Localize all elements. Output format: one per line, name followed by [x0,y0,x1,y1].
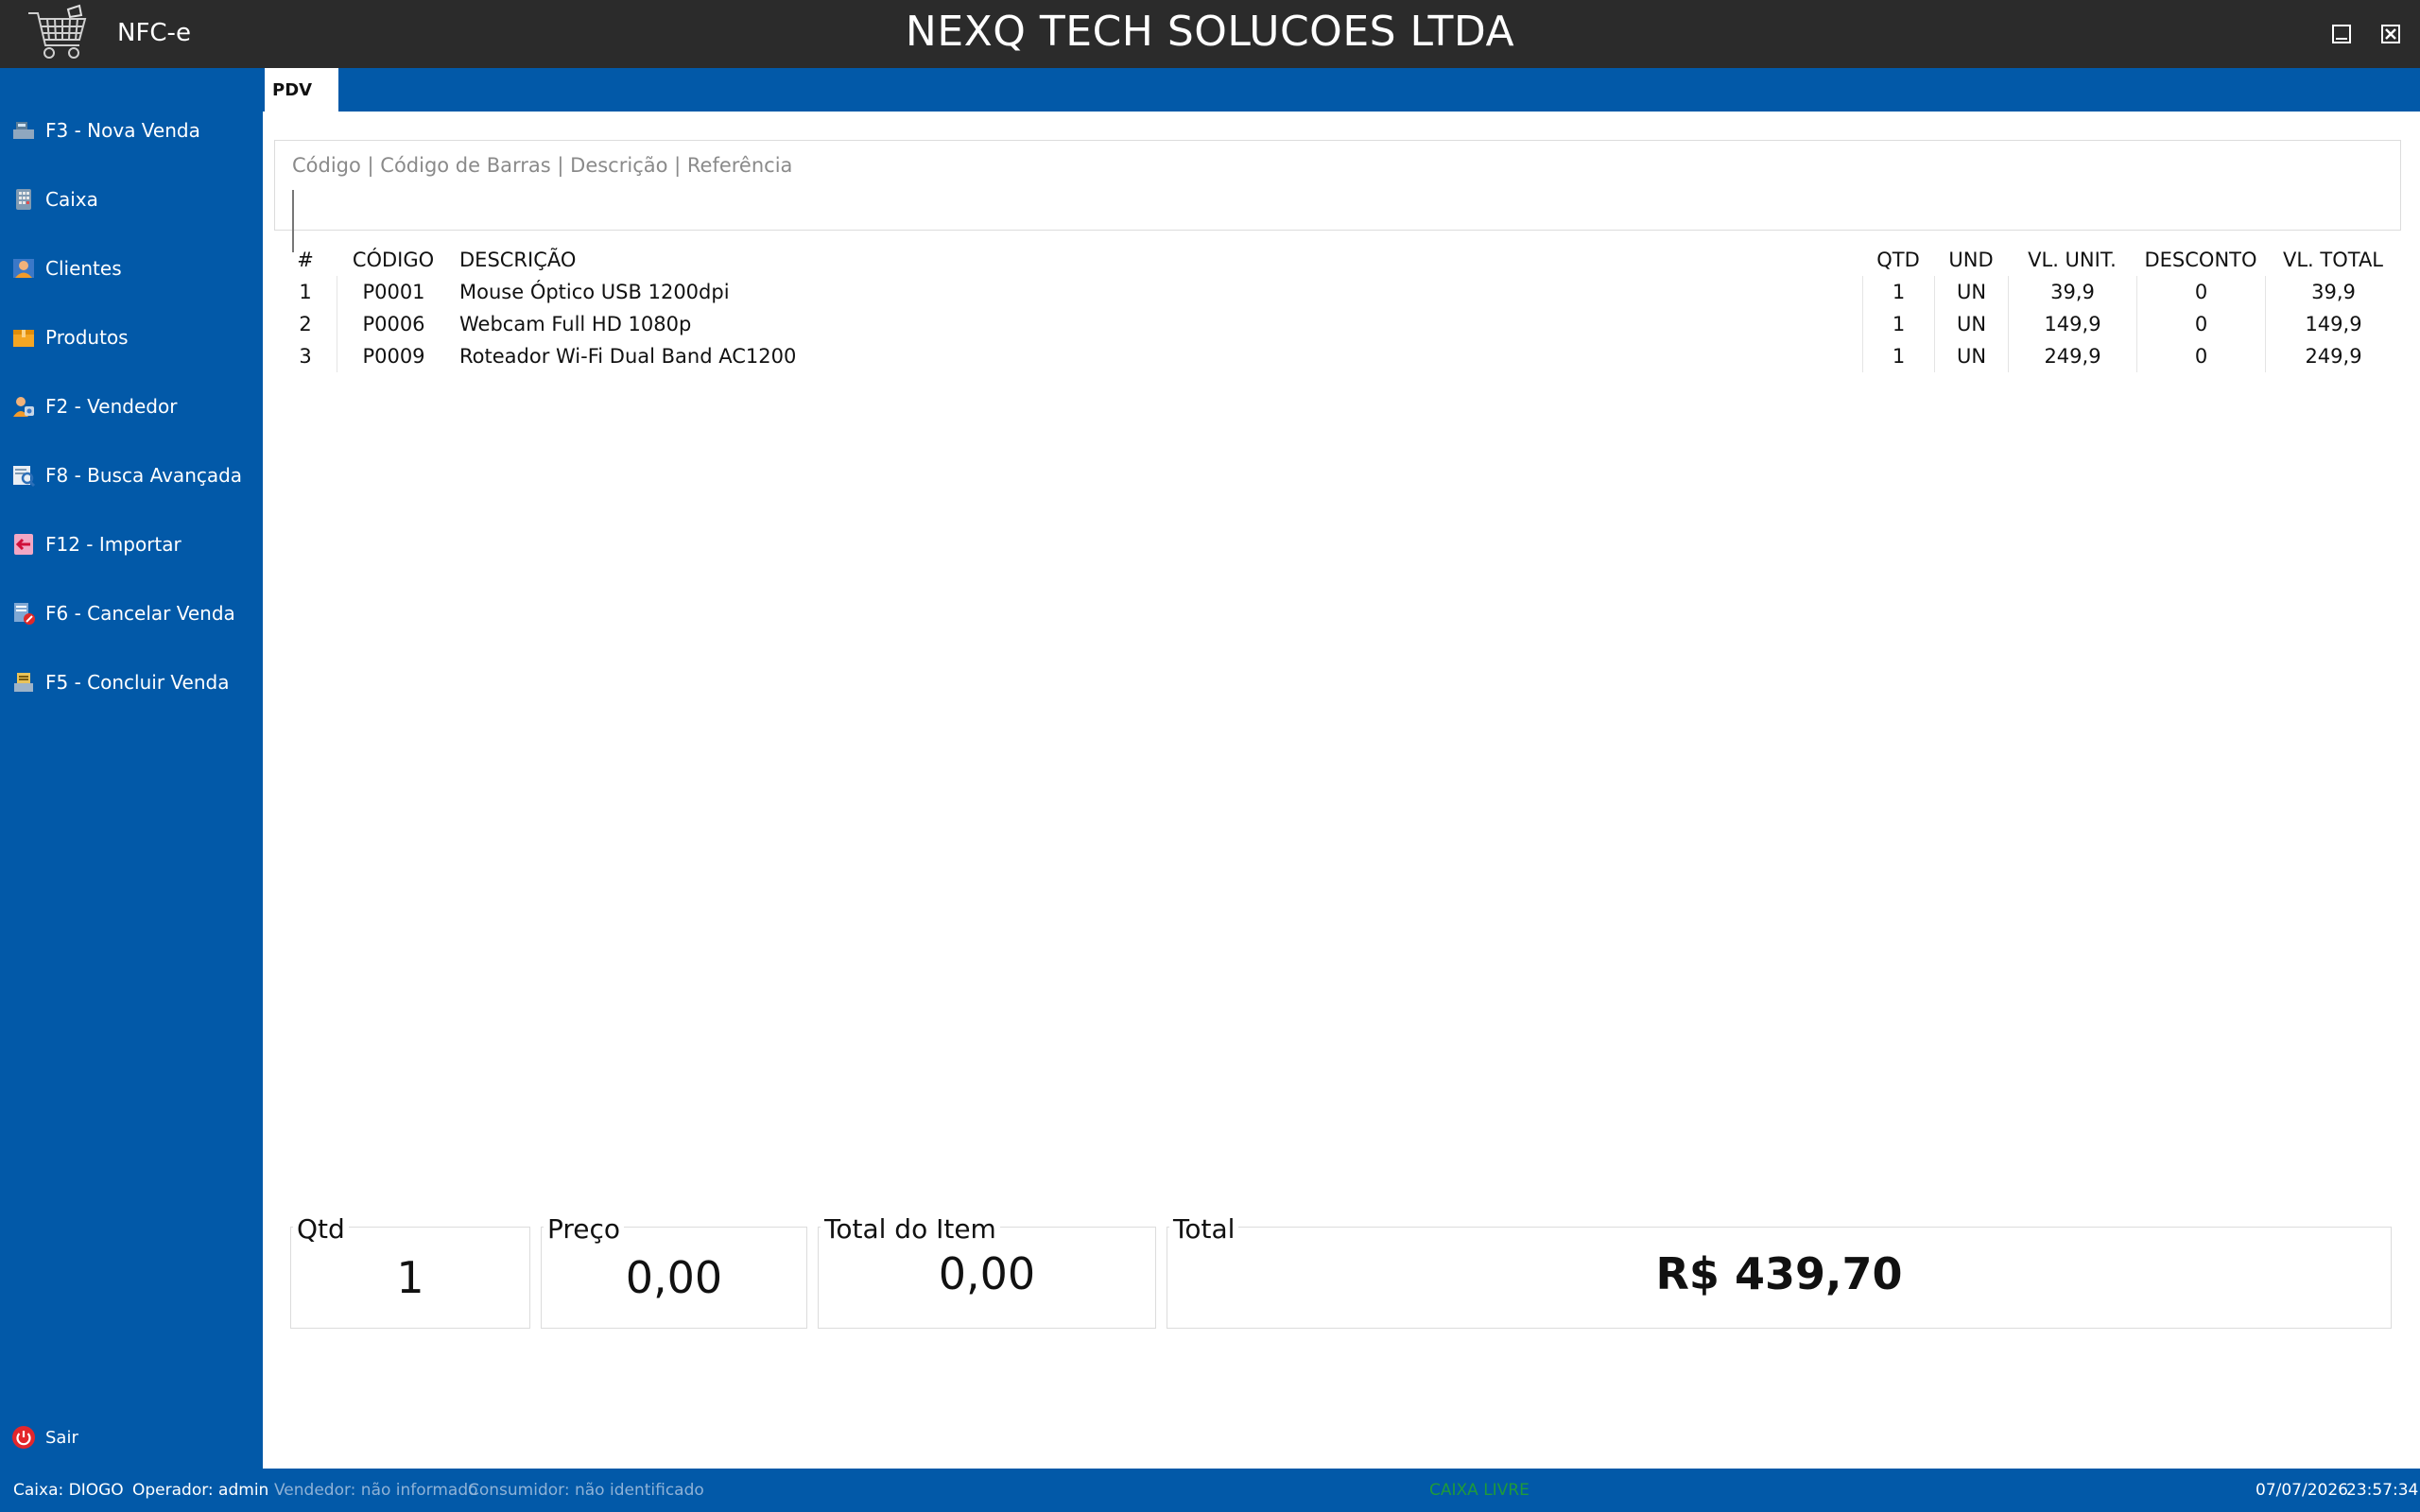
seller-icon [11,394,36,419]
sidebar: F3 - Nova Venda Caixa Clientes Produtos … [0,68,263,1469]
box-icon [11,325,36,350]
sidebar-item-busca-avancada[interactable]: F8 - Busca Avançada [0,449,263,502]
calculator-icon [11,187,36,212]
total-value: R$ 439,70 [1655,1248,1903,1299]
cell-descricao: Roteador Wi-Fi Dual Band AC1200 [459,345,797,368]
status-caixa: Caixa: DIOGO [13,1481,124,1500]
cell-qtd: 1 [1862,308,1934,340]
col-header-descricao[interactable]: DESCRIÇÃO [450,244,1862,276]
cell-desconto: 0 [2136,308,2265,340]
cell-vl-unit: 149,9 [2008,308,2136,340]
cell-vl-total: 39,9 [2265,276,2401,308]
company-title: NEXQ TECH SOLUCOES LTDA [905,8,1515,56]
table-header: # CÓDIGO DESCRIÇÃO QTD UND VL. UNIT. DES… [274,244,2401,276]
sidebar-item-label: F6 - Cancelar Venda [45,602,235,625]
sidebar-item-label: F12 - Importar [45,533,182,556]
col-header-qtd[interactable]: QTD [1862,244,1934,276]
sidebar-item-produtos[interactable]: Produtos [0,311,263,364]
cell-vl-unit: 249,9 [2008,340,2136,372]
person-icon [11,256,36,281]
tab-strip: PDV [263,68,2420,112]
import-icon [11,532,36,557]
cell-codigo: P0009 [337,340,450,372]
close-button[interactable] [2375,19,2407,49]
items-table: # CÓDIGO DESCRIÇÃO QTD UND VL. UNIT. DES… [274,244,2401,372]
minimize-button[interactable] [2325,19,2358,49]
col-header-und[interactable]: UND [1934,244,2008,276]
cell-num: 3 [299,345,312,368]
col-header-desconto[interactable]: DESCONTO [2136,244,2265,276]
sidebar-item-clientes[interactable]: Clientes [0,242,263,295]
title-bar: NFC-e NEXQ TECH SOLUCOES LTDA [0,0,2420,68]
preco-label: Preço [544,1213,625,1245]
tab-pdv[interactable]: PDV [265,68,338,112]
cell-desconto: 0 [2136,340,2265,372]
qtd-label: Qtd [293,1213,349,1245]
cell-und: UN [1934,340,2008,372]
cell-codigo: P0001 [337,276,450,308]
cell-vl-total: 249,9 [2265,340,2401,372]
cell-codigo: P0006 [337,308,450,340]
col-header-vl-unit[interactable]: VL. UNIT. [2008,244,2136,276]
cell-num: 2 [299,313,312,335]
finish-sale-icon [11,670,36,695]
exit-button[interactable]: Sair [0,1413,263,1462]
col-header-codigo[interactable]: CÓDIGO [337,244,450,276]
total-item-label: Total do Item [821,1213,1000,1245]
total-panel: R$ 439,70 [1167,1227,2392,1329]
table-row[interactable]: 1 P0001 Mouse Óptico USB 1200dpi 1 UN 39… [274,276,2401,308]
cell-descricao: Webcam Full HD 1080p [459,313,692,335]
status-caixa-livre: CAIXA LIVRE [1429,1481,1530,1500]
cancel-sale-icon [11,601,36,626]
search-icon [11,463,36,488]
sidebar-item-concluir-venda[interactable]: F5 - Concluir Venda [0,656,263,709]
preco-value: 0,00 [625,1252,723,1303]
sidebar-item-caixa[interactable]: Caixa [0,173,263,226]
sidebar-item-cancelar-venda[interactable]: F6 - Cancelar Venda [0,587,263,640]
sidebar-item-nova-venda[interactable]: F3 - Nova Venda [0,104,263,157]
status-consumidor: Consumidor: não identificado [468,1481,704,1500]
cell-num: 1 [299,281,312,303]
sidebar-item-label: Produtos [45,326,129,349]
exit-label: Sair [45,1427,78,1448]
total-item-value: 0,00 [938,1248,1036,1299]
sidebar-item-label: F3 - Nova Venda [45,119,200,142]
table-row[interactable]: 3 P0009 Roteador Wi-Fi Dual Band AC1200 … [274,340,2401,372]
status-bar: Caixa: DIOGO Operador: admin Vendedor: n… [0,1469,2420,1512]
cell-und: UN [1934,276,2008,308]
col-header-vl-total[interactable]: VL. TOTAL [2265,244,2401,276]
status-operador: Operador: admin [132,1481,269,1500]
minimize-icon [2332,25,2351,43]
sidebar-item-label: F5 - Concluir Venda [45,671,230,694]
cell-und: UN [1934,308,2008,340]
status-time: 23:57:34 [2346,1481,2419,1500]
sidebar-item-vendedor[interactable]: F2 - Vendedor [0,380,263,433]
sidebar-item-label: F8 - Busca Avançada [45,464,243,487]
cell-qtd: 1 [1862,340,1934,372]
sidebar-item-label: Clientes [45,257,122,280]
power-icon [11,1425,36,1450]
sidebar-item-label: Caixa [45,188,98,211]
register-icon [11,118,36,143]
close-icon [2381,25,2400,43]
product-search-group: Código | Código de Barras | Descrição | … [274,140,2401,252]
cell-vl-total: 149,9 [2265,308,2401,340]
qtd-value: 1 [396,1252,424,1303]
status-date: 07/07/2026 [2256,1481,2348,1500]
search-legend: Código | Código de Barras | Descrição | … [288,154,797,177]
cell-desconto: 0 [2136,276,2265,308]
total-label: Total [1169,1213,1239,1245]
cell-qtd: 1 [1862,276,1934,308]
sidebar-item-label: F2 - Vendedor [45,395,178,418]
table-row[interactable]: 2 P0006 Webcam Full HD 1080p 1 UN 149,9 … [274,308,2401,340]
status-vendedor: Vendedor: não informado [274,1481,478,1500]
cell-descricao: Mouse Óptico USB 1200dpi [459,281,730,303]
sidebar-item-importar[interactable]: F12 - Importar [0,518,263,571]
cell-vl-unit: 39,9 [2008,276,2136,308]
col-header-num[interactable]: # [274,244,337,276]
